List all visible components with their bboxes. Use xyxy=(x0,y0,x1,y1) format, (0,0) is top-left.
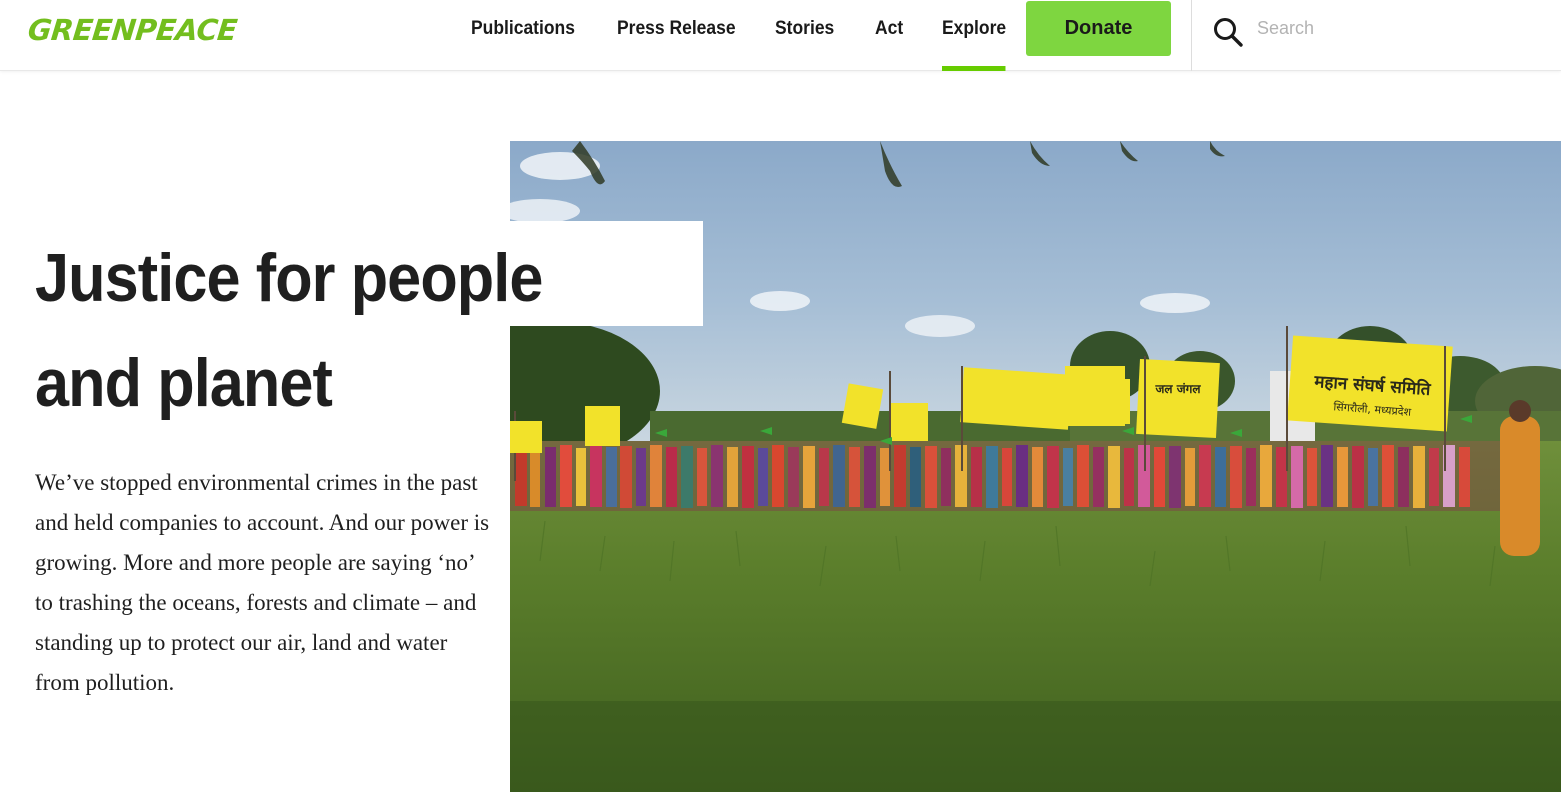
nav-item-explore[interactable]: Explore xyxy=(942,0,1006,71)
nav-item-stories[interactable]: Stories xyxy=(775,0,834,71)
site-header: GREENPEACE Publications Press Release St… xyxy=(0,0,1561,71)
hero-headline: Justice for people and planet xyxy=(35,240,543,421)
banner-center-text: जल जंगल xyxy=(1154,382,1201,396)
hero-body-text: We’ve stopped environmental crimes in th… xyxy=(35,470,490,695)
search-icon[interactable] xyxy=(1212,16,1244,48)
donate-button[interactable]: Donate xyxy=(1026,1,1171,56)
header-divider xyxy=(1191,0,1192,71)
nav-item-publications[interactable]: Publications xyxy=(471,0,575,71)
search-input[interactable] xyxy=(1250,10,1540,46)
nav-item-act[interactable]: Act xyxy=(875,0,903,71)
nav-item-press-release[interactable]: Press Release xyxy=(617,0,736,71)
greenpeace-logo[interactable]: GREENPEACE xyxy=(26,12,239,48)
